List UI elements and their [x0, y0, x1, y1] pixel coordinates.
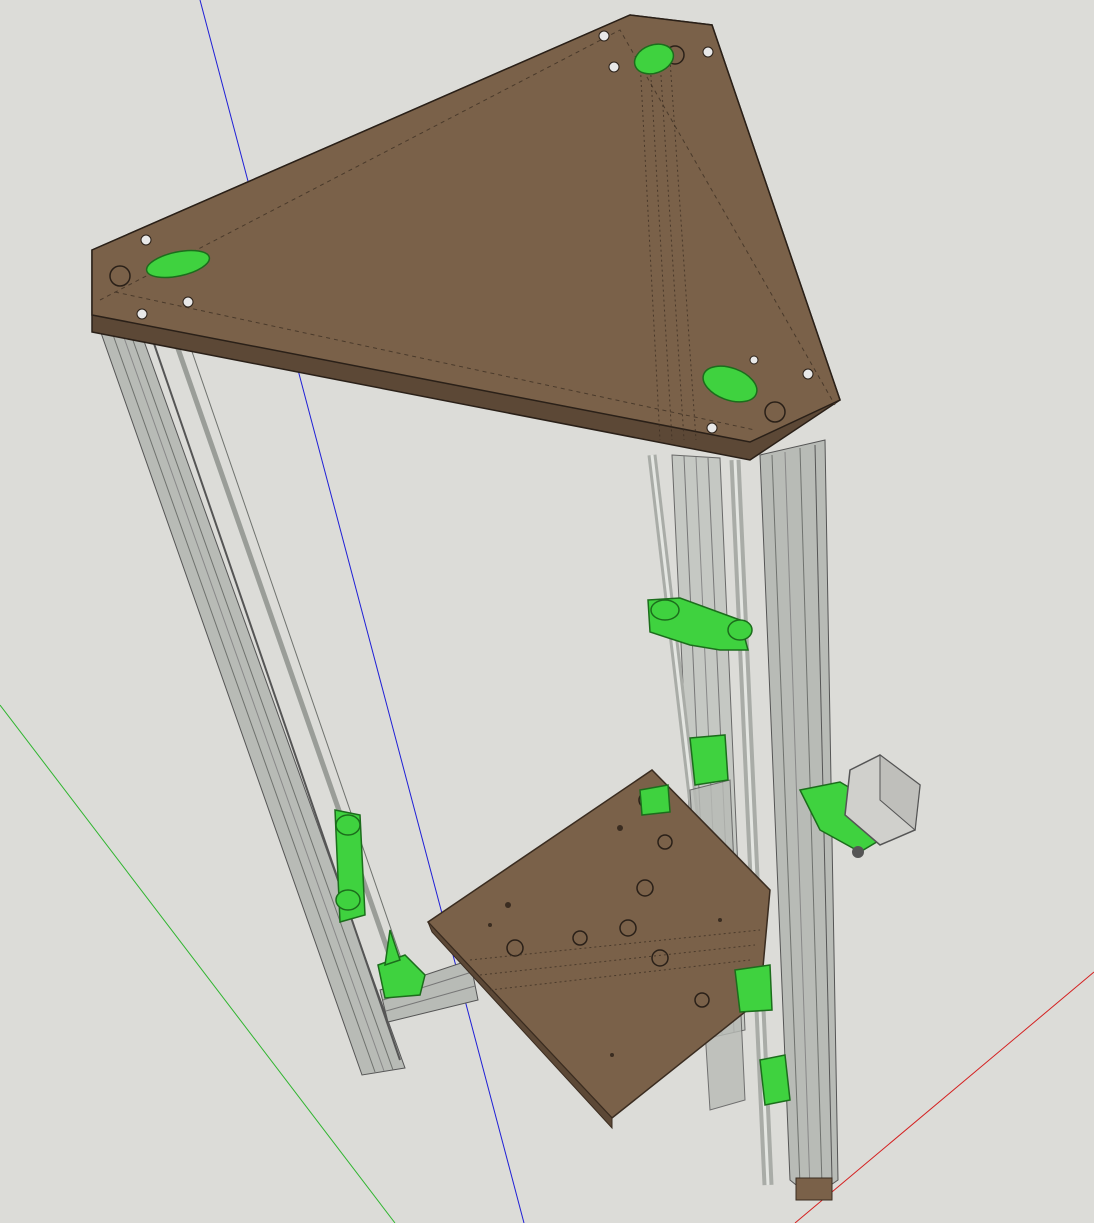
red-axis-line — [794, 971, 1094, 1223]
left-extrusion[interactable] — [99, 329, 413, 1076]
3d-modeling-viewport[interactable] — [0, 0, 1094, 1223]
model-canvas[interactable] — [0, 0, 1094, 1223]
